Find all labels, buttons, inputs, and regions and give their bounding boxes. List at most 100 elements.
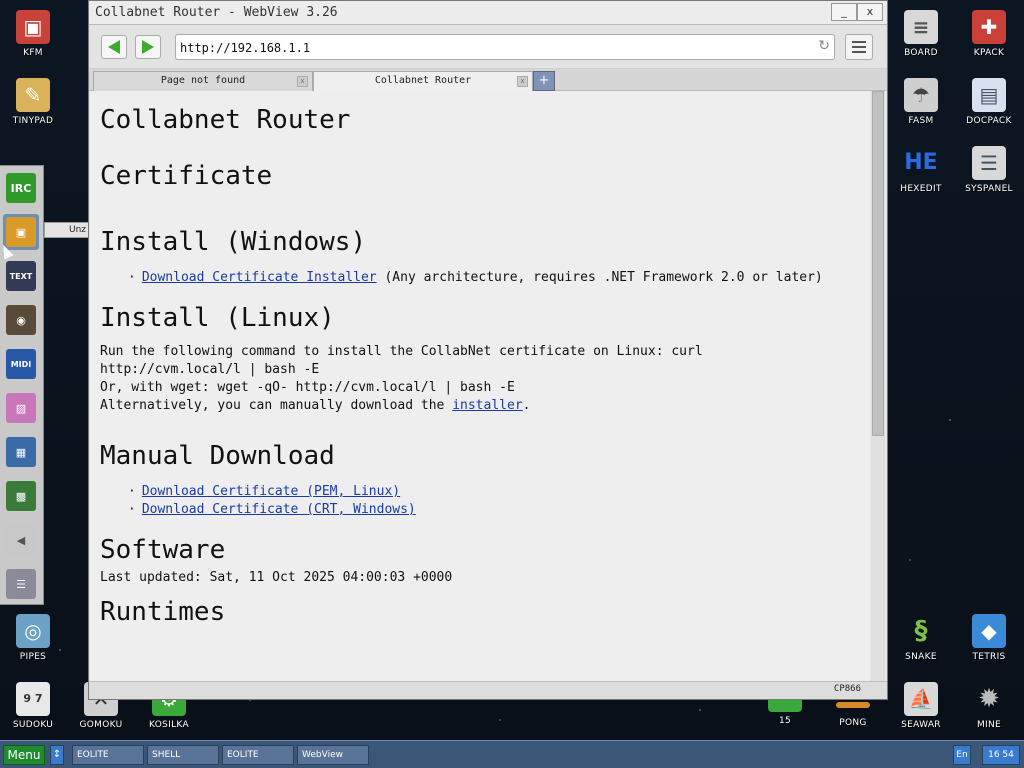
desktop-icon-hexedit[interactable]: HE HEXEDIT — [888, 140, 954, 206]
desktop-icon-tetris[interactable]: ◆ TETRIS — [956, 608, 1022, 674]
back-button[interactable] — [101, 35, 127, 59]
manual-download-list: Download Certificate (PEM, Linux) Downlo… — [128, 483, 860, 519]
download-pem-link[interactable]: Download Certificate (PEM, Linux) — [142, 484, 400, 499]
list-item: Download Certificate Installer (Any arch… — [128, 269, 860, 287]
tab-collabnet-router[interactable]: Collabnet Router x — [313, 71, 533, 91]
desktop-icon-label: MINE — [976, 720, 1002, 730]
desktop-icon-label: HEXEDIT — [900, 184, 942, 194]
desktop-icon-board[interactable]: ≡ BOARD — [888, 4, 954, 70]
browser-toolbar: ↻ — [89, 25, 887, 69]
desktop-icon-label: FASM — [908, 116, 934, 126]
app-dock: IRC ▣ TEXT ◉ MIDI ▨ ▦ ▩ ◀ ☰ — [0, 165, 44, 605]
desktop-icon-kpack[interactable]: ✚ KPACK — [956, 4, 1022, 70]
status-bar: CP866 — [89, 681, 887, 699]
taskbar: Menu ↕ EOLITE SHELL EOLITE WebView En 16… — [0, 740, 1024, 768]
tab-bar: Page not found x Collabnet Router x + — [89, 69, 887, 91]
forward-button[interactable] — [135, 35, 161, 59]
list-item: Download Certificate (PEM, Linux) — [128, 483, 860, 501]
desktop-icon-tinypad[interactable]: ✎ TINYPAD — [0, 72, 66, 138]
section-certificate: Certificate — [100, 161, 273, 191]
window-title: Collabnet Router - WebView 3.26 — [95, 5, 338, 20]
dock-item-irc[interactable]: IRC — [3, 170, 39, 206]
desktop-icon-sudoku[interactable]: 9 7 SUDOKU — [0, 676, 66, 742]
cabinet-icon: ▤ — [972, 78, 1006, 112]
desktop-icon-label: DOCPACK — [966, 116, 1012, 126]
desktop-icon-snake[interactable]: § SNAKE — [888, 608, 954, 674]
download-crt-link[interactable]: Download Certificate (CRT, Windows) — [142, 502, 416, 517]
desktop-icon-label: PIPES — [19, 652, 47, 662]
settings-icon: ☰ — [6, 569, 36, 599]
cpu-icon: ▩ — [6, 481, 36, 511]
desktop-icon-docpack[interactable]: ▤ DOCPACK — [956, 72, 1022, 138]
window-switch-button[interactable]: ↕ — [50, 745, 64, 765]
desktop-icon-syspanel[interactable]: ☰ SYSPANEL — [956, 140, 1022, 206]
page-content: Collabnet Router Certificate Install (Wi… — [90, 91, 870, 681]
taskbar-item-shell[interactable]: SHELL — [147, 745, 219, 765]
linux-wget-instructions: Or, with wget: wget -qO- http://cvm.loca… — [100, 380, 515, 395]
desktop-icon-label: TINYPAD — [12, 116, 54, 126]
desktop-icon-label: SUDOKU — [12, 720, 54, 730]
desktop-icon-label: SEAWAR — [901, 720, 941, 730]
dock-item-speaker[interactable]: ◉ — [3, 302, 39, 338]
wrench-icon: ✚ — [972, 10, 1006, 44]
desktop-icon-label: PONG — [839, 718, 867, 728]
new-tab-button[interactable]: + — [533, 71, 555, 91]
volume-icon: ◀ — [6, 525, 36, 555]
language-indicator[interactable]: En — [953, 745, 971, 765]
dock-item-image[interactable]: ▨ — [3, 390, 39, 426]
desktop-icon-mine[interactable]: ✹ MINE — [956, 676, 1022, 742]
section-install-windows: Install (Windows) — [100, 227, 367, 257]
arrow-right-icon — [142, 40, 154, 54]
close-button[interactable]: x — [857, 3, 883, 21]
image-icon: ▨ — [6, 393, 36, 423]
text-icon: TEXT — [6, 261, 36, 291]
taskbar-item-eolite-2[interactable]: EOLITE — [222, 745, 294, 765]
desktop-icon-seawar[interactable]: ⛵ SEAWAR — [888, 676, 954, 742]
desktop-icon-label: KFM — [23, 48, 43, 58]
package-icon: ▣ — [6, 217, 36, 247]
desktop-icon-pipes[interactable]: ◎ PIPES — [0, 608, 66, 674]
sudoku-icon: 9 7 — [16, 682, 50, 716]
section-install-linux: Install (Linux) — [100, 303, 335, 333]
url-input[interactable] — [180, 39, 800, 57]
dock-item-volume[interactable]: ◀ — [3, 522, 39, 558]
tab-label: Collabnet Router — [374, 75, 472, 86]
ship-icon: ⛵ — [904, 682, 938, 716]
start-menu-button[interactable]: Menu — [3, 745, 45, 765]
pong-icon — [836, 702, 870, 708]
desktop-icon-label: 15 — [778, 716, 792, 726]
browser-menu-button[interactable] — [845, 34, 873, 60]
dock-item-network[interactable]: ▦ — [3, 434, 39, 470]
dock-item-text[interactable]: TEXT — [3, 258, 39, 294]
window-titlebar[interactable]: Collabnet Router - WebView 3.26 _ x — [89, 1, 887, 25]
taskbar-item-webview[interactable]: WebView — [297, 745, 369, 765]
desktop-icon-label: SYSPANEL — [965, 184, 1013, 194]
desktop-icon-label: SNAKE — [905, 652, 937, 662]
installer-link[interactable]: installer — [452, 398, 522, 413]
reload-icon[interactable]: ↻ — [818, 38, 830, 54]
taskbar-item-eolite[interactable]: EOLITE — [72, 745, 144, 765]
dock-item-settings[interactable]: ☰ — [3, 566, 39, 602]
desktop-icon-kfm[interactable]: ▣ KFM — [0, 4, 66, 70]
irc-icon: IRC — [6, 173, 36, 203]
snake-icon: § — [914, 616, 928, 646]
fasm-icon: ☂ — [904, 78, 938, 112]
clock[interactable]: 16 54 — [982, 745, 1020, 765]
tab-close-icon[interactable]: x — [517, 76, 528, 87]
sliders-icon: ☰ — [972, 146, 1006, 180]
vertical-scrollbar[interactable] — [871, 91, 885, 681]
encoding-label[interactable]: CP866 — [834, 684, 861, 694]
tab-page-not-found[interactable]: Page not found x — [93, 71, 313, 91]
scrollbar-thumb[interactable] — [872, 91, 884, 436]
download-installer-link[interactable]: Download Certificate Installer — [142, 270, 377, 285]
tab-label: Page not found — [160, 75, 246, 86]
dock-item-cpu[interactable]: ▩ — [3, 478, 39, 514]
hexedit-icon: HE — [904, 150, 938, 175]
address-bar: ↻ — [175, 34, 835, 60]
network-card-icon: ▦ — [6, 437, 36, 467]
tab-close-icon[interactable]: x — [297, 76, 308, 87]
desktop-icon-label: KOSILKA — [149, 720, 189, 730]
minimize-button[interactable]: _ — [831, 3, 857, 21]
dock-item-midi[interactable]: MIDI — [3, 346, 39, 382]
desktop-icon-fasm[interactable]: ☂ FASM — [888, 72, 954, 138]
